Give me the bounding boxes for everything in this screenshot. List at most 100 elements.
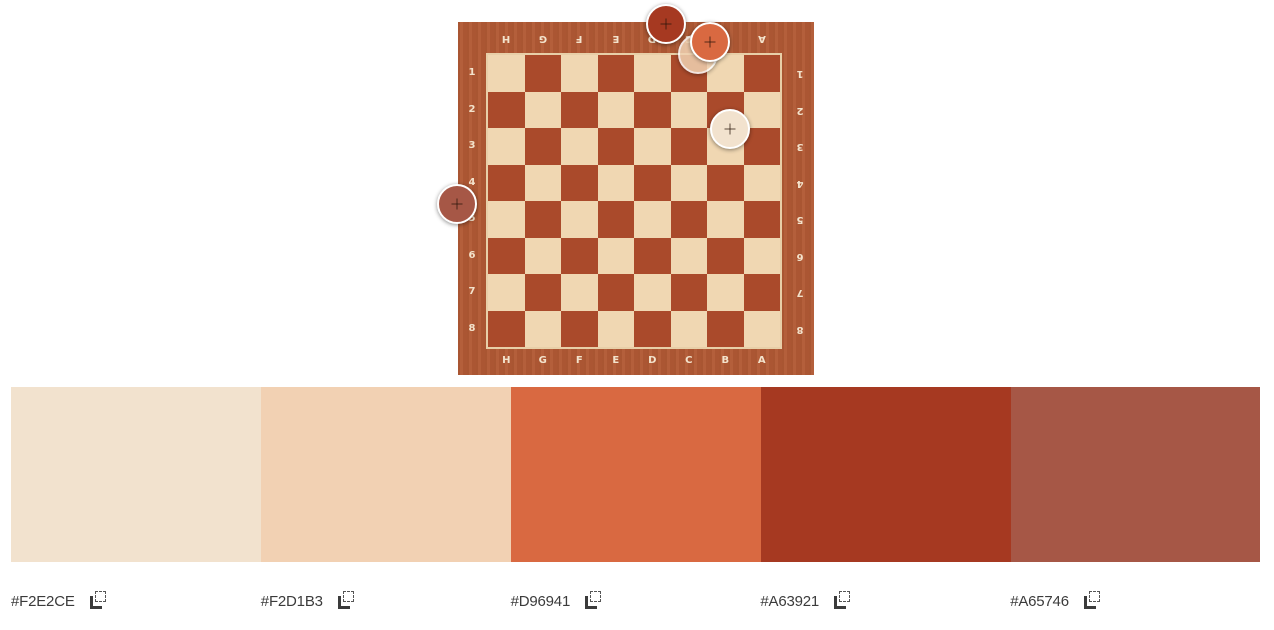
board-square xyxy=(524,91,561,128)
file-label-bottom: H xyxy=(502,355,511,366)
board-square xyxy=(561,55,598,92)
file-label-bottom: F xyxy=(575,355,583,366)
board-square xyxy=(707,237,744,274)
swatch-label-4: #A63921 xyxy=(760,588,1010,614)
swatch-2[interactable] xyxy=(261,387,511,562)
copy-icon[interactable] xyxy=(89,591,109,611)
rank-label-left: 8 xyxy=(468,322,476,334)
hex-value[interactable]: #F2E2CE xyxy=(11,593,75,610)
swatch-1[interactable] xyxy=(11,387,261,562)
rank-label-right: 8 xyxy=(796,323,804,335)
rank-label-right: 3 xyxy=(796,141,804,153)
board-square xyxy=(488,310,525,347)
hex-value[interactable]: #F2D1B3 xyxy=(261,593,323,610)
board-square xyxy=(743,237,780,274)
board-square xyxy=(743,310,780,347)
swatch-label-5: #A65746 xyxy=(1010,588,1260,614)
board-square xyxy=(597,274,634,311)
board-square xyxy=(634,164,671,201)
board-square xyxy=(743,201,780,238)
color-picker-handle-3[interactable] xyxy=(710,109,750,149)
board-square xyxy=(707,201,744,238)
board-square xyxy=(597,201,634,238)
board-square xyxy=(743,164,780,201)
swatch-label-2: #F2D1B3 xyxy=(261,588,511,614)
board-square xyxy=(561,274,598,311)
rank-label-left: 2 xyxy=(468,103,476,115)
swatch-3[interactable] xyxy=(511,387,761,562)
board-square xyxy=(634,91,671,128)
file-label-bottom: C xyxy=(685,355,693,366)
file-label-bottom: G xyxy=(538,355,547,366)
board-square xyxy=(670,274,707,311)
color-picker-handle-4[interactable] xyxy=(437,184,477,224)
board-square xyxy=(488,91,525,128)
chessboard-squares xyxy=(488,55,780,347)
file-label-top: E xyxy=(612,33,620,44)
file-label-bottom: B xyxy=(721,355,730,366)
source-image: HGFEDCBAHGFEDCBA1234567812345678 xyxy=(458,22,814,375)
board-square xyxy=(670,164,707,201)
board-square xyxy=(561,201,598,238)
copy-icon[interactable] xyxy=(833,591,853,611)
rank-label-right: 6 xyxy=(796,250,804,262)
swatch-4[interactable] xyxy=(761,387,1011,562)
board-square xyxy=(597,128,634,165)
rank-label-right: 4 xyxy=(796,177,804,189)
file-label-bottom: E xyxy=(612,355,620,366)
board-square xyxy=(561,164,598,201)
rank-label-left: 3 xyxy=(468,140,476,152)
copy-icon[interactable] xyxy=(1083,591,1103,611)
board-square xyxy=(670,128,707,165)
board-square xyxy=(524,128,561,165)
chessboard-playing-area xyxy=(488,55,780,347)
board-square xyxy=(561,91,598,128)
board-square xyxy=(597,55,634,92)
rank-label-right: 5 xyxy=(796,214,804,226)
rank-label-left: 1 xyxy=(468,67,476,79)
board-square xyxy=(488,237,525,274)
board-square xyxy=(524,237,561,274)
rank-label-right: 1 xyxy=(796,68,804,80)
hex-value[interactable]: #A63921 xyxy=(760,593,819,610)
crosshair-icon xyxy=(451,198,463,210)
file-label-top: A xyxy=(757,33,766,44)
rank-label-left: 7 xyxy=(468,286,476,298)
board-square xyxy=(707,310,744,347)
file-label-bottom: A xyxy=(757,355,766,366)
file-label-top: F xyxy=(575,33,583,44)
board-square xyxy=(670,310,707,347)
board-square xyxy=(524,274,561,311)
board-square xyxy=(634,237,671,274)
board-square xyxy=(524,55,561,92)
copy-icon[interactable] xyxy=(584,591,604,611)
color-picker-handle-1[interactable] xyxy=(646,4,686,44)
board-square xyxy=(488,55,525,92)
hex-value[interactable]: #A65746 xyxy=(1010,593,1069,610)
board-square xyxy=(597,164,634,201)
rank-label-right: 7 xyxy=(796,287,804,299)
board-square xyxy=(488,274,525,311)
color-palette xyxy=(11,387,1260,562)
board-square xyxy=(670,237,707,274)
swatch-label-1: #F2E2CE xyxy=(11,588,261,614)
board-square xyxy=(524,310,561,347)
board-square xyxy=(670,91,707,128)
board-square xyxy=(561,128,598,165)
board-square xyxy=(561,310,598,347)
board-square xyxy=(597,310,634,347)
swatch-5[interactable] xyxy=(1011,387,1260,562)
hex-value[interactable]: #D96941 xyxy=(511,593,571,610)
board-square xyxy=(597,237,634,274)
board-square xyxy=(634,274,671,311)
copy-icon[interactable] xyxy=(337,591,357,611)
crosshair-icon xyxy=(660,18,672,30)
crosshair-icon xyxy=(724,123,736,135)
board-square xyxy=(743,55,780,92)
color-picker-handle-2[interactable] xyxy=(690,22,730,62)
board-square xyxy=(634,55,671,92)
file-label-bottom: D xyxy=(648,355,657,366)
board-square xyxy=(488,128,525,165)
board-square xyxy=(634,201,671,238)
board-square xyxy=(488,201,525,238)
